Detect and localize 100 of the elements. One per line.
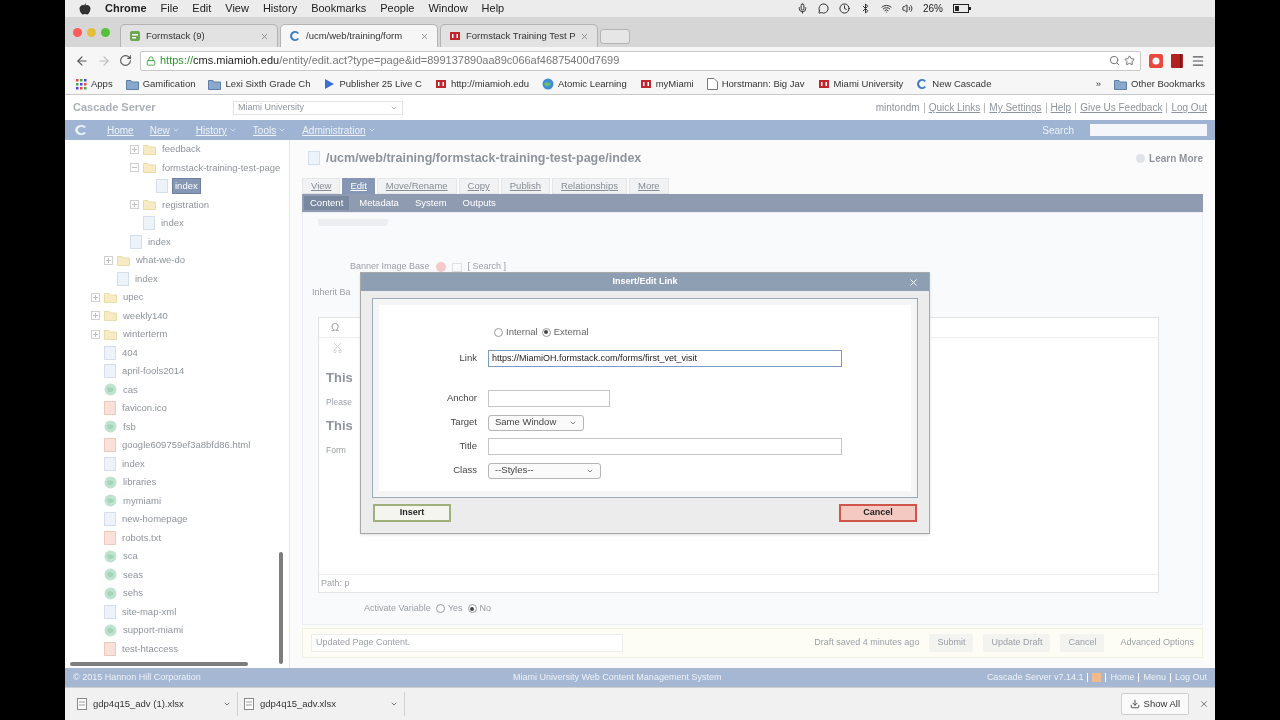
download-item[interactable]: gdp4q15_adv.xlsx xyxy=(238,692,405,716)
select-field[interactable]: --Styles-- xyxy=(488,462,601,479)
volume-icon[interactable] xyxy=(902,3,913,14)
page-tab[interactable]: More xyxy=(629,178,669,194)
tree-item[interactable]: registration xyxy=(160,197,211,212)
nav-item[interactable]: Home xyxy=(107,122,134,138)
nav-item[interactable]: History xyxy=(195,122,237,138)
bookmark[interactable]: Publisher 25 Live C xyxy=(323,76,422,92)
insert-button[interactable]: Insert xyxy=(373,504,451,522)
subtab[interactable]: Metadata xyxy=(353,196,405,210)
bookmark-folder[interactable]: Other Bookmarks xyxy=(1114,76,1205,92)
battery-icon[interactable] xyxy=(953,4,971,13)
search-field[interactable] xyxy=(1090,124,1207,136)
tree-item[interactable]: feedback xyxy=(160,142,203,157)
chat-icon[interactable] xyxy=(818,3,829,14)
bookmark[interactable]: Miami University xyxy=(817,76,904,92)
tree-item[interactable]: mymiami xyxy=(121,493,163,508)
page-tab[interactable]: Relationships xyxy=(551,178,627,194)
collapse-icon[interactable] xyxy=(130,163,139,173)
remove-icon[interactable] xyxy=(435,262,446,272)
close-tab-icon[interactable] xyxy=(260,31,269,41)
page-tab[interactable]: Edit xyxy=(342,178,375,194)
advanced-options-link[interactable]: Advanced Options xyxy=(1120,636,1194,650)
input-field[interactable] xyxy=(488,390,610,407)
bookmark[interactable]: http://miamioh.edu xyxy=(434,76,530,92)
subtab[interactable]: Content xyxy=(304,196,350,210)
close-tab-icon[interactable] xyxy=(580,31,589,41)
tree-item[interactable]: weekly140 xyxy=(121,308,170,323)
menu-item[interactable]: View xyxy=(225,0,249,17)
learn-more-link[interactable]: Learn More xyxy=(1136,150,1203,166)
bookmark[interactable]: Atomic Learning xyxy=(542,76,627,92)
page-tab[interactable]: Publish xyxy=(500,178,550,194)
radio-button[interactable] xyxy=(494,327,503,337)
menu-item[interactable]: Bookmarks xyxy=(311,0,367,17)
bluetooth-icon[interactable] xyxy=(860,3,871,14)
special-character-button[interactable]: Ω xyxy=(331,319,340,336)
expand-icon[interactable] xyxy=(130,200,139,210)
tree-item[interactable]: formstack-training-test-page xyxy=(160,160,283,175)
horizontal-scrollbar[interactable] xyxy=(70,662,248,666)
caret-icon[interactable] xyxy=(223,700,231,708)
book-icon[interactable] xyxy=(1171,53,1183,68)
caret-icon[interactable] xyxy=(390,700,398,708)
header-link[interactable]: Help xyxy=(1050,100,1072,115)
comment-field[interactable]: Updated Page Content. xyxy=(311,634,623,652)
nav-item[interactable]: New xyxy=(149,122,180,138)
browser-tab[interactable]: Formstack Training Test P xyxy=(440,24,598,47)
menu-icon[interactable] xyxy=(1191,53,1205,68)
tree-item[interactable]: new-homepage xyxy=(120,512,190,527)
menu-item[interactable]: File xyxy=(160,0,179,17)
page-tab[interactable]: View xyxy=(302,178,341,194)
radio-button[interactable] xyxy=(435,604,445,613)
tree-item[interactable]: index xyxy=(120,456,147,471)
extension-icon[interactable] xyxy=(1149,53,1163,68)
page-tab[interactable]: Copy xyxy=(458,178,499,194)
expand-icon[interactable] xyxy=(91,311,100,321)
bookmark-star-icon[interactable] xyxy=(1124,55,1135,66)
clock-icon[interactable] xyxy=(839,3,850,14)
tree-item[interactable]: index xyxy=(146,234,173,249)
bookmark[interactable]: myMiami xyxy=(639,76,694,92)
tree-item[interactable]: what-we-do xyxy=(134,253,188,268)
bookmark[interactable]: Apps xyxy=(75,76,113,92)
search-link[interactable]: [ Search ] xyxy=(467,260,507,274)
tree-item[interactable]: winterterm xyxy=(121,327,170,342)
select-field[interactable]: Same Window xyxy=(488,414,584,431)
cut-icon[interactable] xyxy=(333,343,342,353)
bookmark[interactable]: Horstmann: Big Jav xyxy=(706,76,805,92)
download-item[interactable]: gdp4q15_adv (1).xlsx xyxy=(71,692,238,716)
tree-item[interactable]: cas xyxy=(121,382,140,397)
menu-item[interactable]: Help xyxy=(481,0,505,17)
more-bookmarks[interactable]: » xyxy=(1095,76,1102,92)
back-icon[interactable] xyxy=(75,53,89,68)
tree-item[interactable]: test-htaccess xyxy=(120,641,180,656)
tree-item[interactable]: upec xyxy=(121,290,146,305)
close-tab-icon[interactable] xyxy=(420,31,429,41)
tree-item[interactable]: seas xyxy=(121,567,146,582)
tree-item[interactable]: index xyxy=(159,216,186,231)
page-tab[interactable]: Move/Rename xyxy=(376,178,457,194)
menu-item[interactable]: Window xyxy=(428,0,468,17)
subtab[interactable]: System xyxy=(408,196,453,210)
action-button[interactable]: Submit xyxy=(929,634,974,652)
wifi-icon[interactable] xyxy=(881,3,892,14)
header-link[interactable]: Give Us Feedback xyxy=(1080,100,1163,115)
tree-item[interactable]: google609759ef3a8bfd86.html xyxy=(120,438,253,453)
site-select[interactable]: Miami University xyxy=(233,100,403,115)
footer-link[interactable]: Menu xyxy=(1143,670,1166,685)
forward-icon[interactable] xyxy=(97,53,111,68)
menu-app[interactable]: Chrome xyxy=(105,0,147,17)
menu-item[interactable]: History xyxy=(262,0,298,17)
show-all-button[interactable]: Show All xyxy=(1120,693,1189,715)
menu-item[interactable]: People xyxy=(380,0,415,17)
search-icon[interactable] xyxy=(1109,55,1120,66)
action-button[interactable]: Update Draft xyxy=(983,634,1051,652)
nav-item[interactable]: Administration xyxy=(302,122,376,138)
bookmark[interactable]: New Cascade xyxy=(916,76,992,92)
action-button[interactable]: Cancel xyxy=(1060,634,1105,652)
tree-item[interactable]: sehs xyxy=(121,586,146,601)
radio-button[interactable] xyxy=(541,327,551,337)
tree-item[interactable]: fsb xyxy=(121,419,138,434)
bookmark[interactable]: Lexi Sixth Grade Ch xyxy=(208,76,311,92)
tree-item[interactable]: sca xyxy=(121,549,140,564)
